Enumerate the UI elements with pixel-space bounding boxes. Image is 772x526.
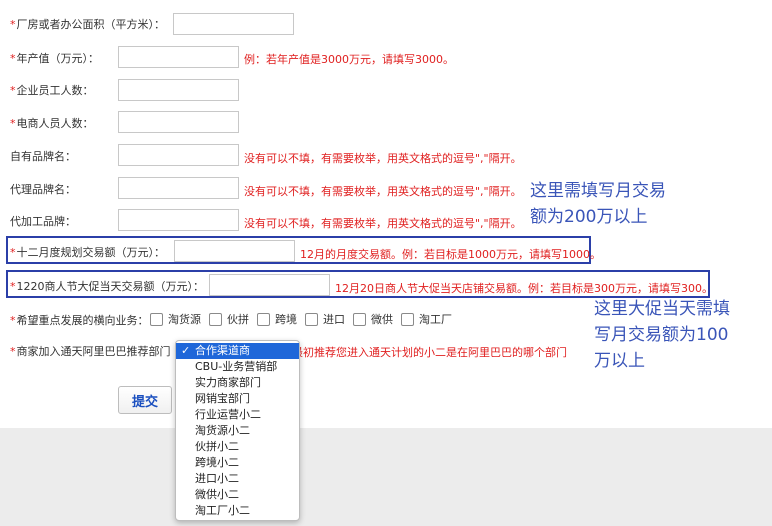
option-taogongchang[interactable]: 淘工厂	[401, 311, 452, 327]
employees-input[interactable]	[118, 79, 239, 101]
dropdown-option[interactable]: 网销宝部门	[176, 391, 299, 407]
dropdown-option[interactable]: 伙拼小二	[176, 439, 299, 455]
agent-brand-input[interactable]	[118, 177, 239, 199]
dec-plan-hint: 12月的月度交易额。例：若目标是1000万元，请填写1000。	[300, 248, 601, 261]
label-oem-brand: 代加工品牌：	[10, 215, 76, 228]
checkbox[interactable]	[209, 312, 222, 326]
submit-button[interactable]: 提交	[118, 386, 172, 414]
agent-brand-hint: 没有可以不填，有需要枚举，用英文格式的逗号","隔开。	[244, 185, 522, 198]
oem-brand-hint: 没有可以不填，有需要枚举，用英文格式的逗号","隔开。	[244, 217, 522, 230]
checkmark-icon: ✓	[181, 344, 191, 357]
label-own-brand: 自有品牌名：	[10, 150, 76, 163]
dropdown-option[interactable]: 淘货源小二	[176, 423, 299, 439]
area-input[interactable]	[173, 13, 294, 35]
required-star: *	[10, 84, 16, 97]
label-ecom-staff: *电商人员人数：	[10, 117, 94, 130]
option-kuajing[interactable]: 跨境	[257, 311, 297, 327]
own-brand-input[interactable]	[118, 144, 239, 166]
label-1220: *1220商人节大促当天交易额（万元）：	[10, 280, 204, 293]
dropdown-option[interactable]: 跨境小二	[176, 455, 299, 471]
label-area: *厂房或者办公面积（平方米）：	[10, 18, 165, 31]
dropdown-option[interactable]: 实力商家部门	[176, 375, 299, 391]
checkbox[interactable]	[353, 312, 366, 326]
business-focus-options: 淘货源 伙拼 跨境 进口 微供 淘工厂	[150, 311, 460, 327]
annotation-monthly: 这里需填写月交易 额为200万以上	[530, 181, 666, 227]
dec-plan-input[interactable]	[174, 240, 295, 262]
required-star: *	[10, 52, 16, 65]
annotation-1220: 这里大促当天需填 写月交易额为100 万以上	[594, 299, 730, 371]
option-huopin[interactable]: 伙拼	[209, 311, 249, 327]
dropdown-option[interactable]: CBU-业务营销部	[176, 359, 299, 375]
checkbox[interactable]	[257, 312, 270, 326]
option-weigong[interactable]: 微供	[353, 311, 393, 327]
required-star: *	[10, 314, 16, 327]
option-taohuoyuan[interactable]: 淘货源	[150, 311, 201, 327]
oem-brand-input[interactable]	[118, 209, 239, 231]
footer-background	[0, 428, 772, 526]
label-dec-plan: *十二月度规划交易额（万元）：	[10, 246, 165, 259]
label-referral: *商家加入通天阿里巴巴推荐部门	[10, 345, 171, 358]
dropdown-option[interactable]: 淘工厂小二	[176, 503, 299, 519]
referral-dropdown[interactable]: ✓ 合作渠道商 CBU-业务营销部 实力商家部门 网销宝部门 行业运营小二 淘货源…	[175, 340, 300, 521]
label-annual-output: *年产值（万元）：	[10, 52, 99, 65]
required-star: *	[10, 280, 16, 293]
annual-output-hint: 例：若年产值是3000万元，请填写3000。	[244, 53, 454, 66]
required-star: *	[10, 345, 16, 358]
checkbox[interactable]	[150, 312, 163, 326]
annual-output-input[interactable]	[118, 46, 239, 68]
dropdown-option[interactable]: ✓ 合作渠道商	[176, 343, 299, 359]
dropdown-option[interactable]: 进口小二	[176, 471, 299, 487]
day1220-hint: 12月20日商人节大促当天店铺交易额。例：若目标是300万元，请填写300。	[335, 282, 713, 295]
referral-hint: 最初推荐您进入通天计划的小二是在阿里巴巴的哪个部门	[292, 346, 567, 359]
option-jinkou[interactable]: 进口	[305, 311, 345, 327]
required-star: *	[10, 18, 16, 31]
required-star: *	[10, 246, 16, 259]
dropdown-option[interactable]: 微供小二	[176, 487, 299, 503]
checkbox[interactable]	[401, 312, 414, 326]
dropdown-option[interactable]: 行业运营小二	[176, 407, 299, 423]
checkbox[interactable]	[305, 312, 318, 326]
label-employees: *企业员工人数：	[10, 84, 94, 97]
required-star: *	[10, 117, 16, 130]
ecom-staff-input[interactable]	[118, 111, 239, 133]
own-brand-hint: 没有可以不填，有需要枚举，用英文格式的逗号","隔开。	[244, 152, 522, 165]
label-agent-brand: 代理品牌名：	[10, 183, 76, 196]
day1220-input[interactable]	[209, 274, 330, 296]
label-business-focus: *希望重点发展的横向业务：	[10, 314, 149, 327]
